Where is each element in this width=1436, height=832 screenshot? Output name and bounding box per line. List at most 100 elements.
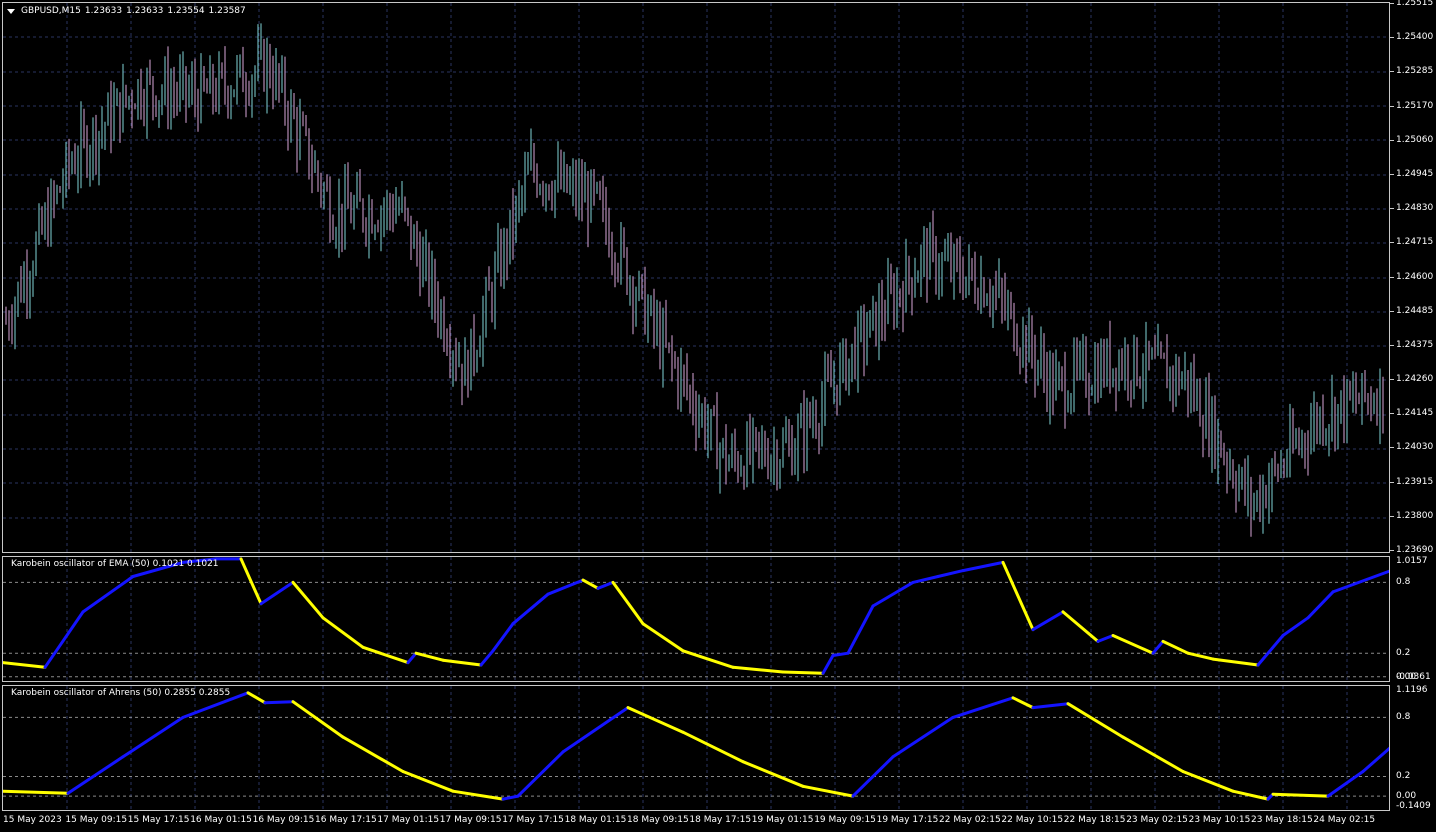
oscillator-segment [681, 730, 745, 764]
chart-terminal[interactable]: GBPUSD,M15 1.23633 1.23633 1.23554 1.235… [0, 0, 1436, 832]
price-tick [1390, 482, 1394, 483]
price-tick [1390, 516, 1394, 517]
oscillator-segment [491, 622, 515, 653]
oscillator-segment [3, 789, 70, 795]
oscillator-segment [406, 651, 418, 665]
oscillator-segment [1001, 560, 1035, 632]
indicator-axis-label: -0.1409 [1396, 801, 1431, 811]
oscillator-segment [511, 592, 550, 626]
time-axis-label: 15 May 17:15 [127, 815, 190, 825]
price-grid [3, 3, 1389, 552]
open-value: 1.23633 [84, 6, 123, 16]
price-axis-label: 1.25170 [1396, 101, 1434, 111]
oscillator-segment [1111, 634, 1155, 655]
price-tick [1390, 3, 1394, 4]
price-chart-canvas[interactable] [3, 3, 1389, 552]
oscillator-segment [781, 670, 825, 675]
oscillator-segment [731, 665, 785, 674]
oscillator-segment [259, 580, 295, 606]
price-tick [1390, 140, 1394, 141]
oscillator-segment [1281, 616, 1310, 637]
oscillator-segment [66, 755, 125, 795]
price-bars [5, 23, 1384, 537]
oscillator-segment [1256, 634, 1285, 667]
oscillator-segment [936, 569, 965, 578]
price-axis-label: 1.24485 [1396, 306, 1434, 316]
low-value: 1.23554 [167, 6, 205, 16]
oscillator-segment [1031, 610, 1065, 632]
ahrens-grid [3, 686, 1389, 810]
time-axis-label: 18 May 17:15 [689, 815, 752, 825]
oscillator-segment [1096, 634, 1115, 643]
oscillator-segment [626, 706, 685, 734]
oscillator-segment [1011, 696, 1035, 710]
time-axis-label: 19 May 17:15 [876, 815, 939, 825]
price-tick [1390, 277, 1394, 278]
oscillator-segment [1271, 792, 1330, 798]
time-axis-label: 17 May 17:15 [502, 815, 564, 825]
price-axis-label: 1.24715 [1396, 237, 1434, 247]
oscillator-segment [43, 610, 85, 669]
price-tick [1390, 37, 1394, 38]
oscillator-segment [1061, 610, 1100, 643]
time-axis-label: 24 May 02:15 [1313, 815, 1376, 825]
time-axis-label: 23 May 18:15 [1251, 815, 1313, 825]
chevron-down-icon[interactable] [7, 8, 15, 14]
price-tick [1390, 311, 1394, 312]
time-axis-label: 16 May 01:15 [190, 815, 252, 825]
oscillator-segment [1186, 651, 1215, 661]
indicator-axis-label: 0.2 [1396, 648, 1411, 659]
time-axis-label: 16 May 17:15 [315, 815, 377, 825]
symbol-label: GBPUSD,M15 [21, 6, 81, 16]
price-tick [1390, 550, 1394, 551]
oscillator-segment [3, 661, 47, 669]
indicator-axis-label: -0.0361 [1396, 672, 1431, 682]
price-axis-label: 1.23690 [1396, 545, 1434, 555]
ema-oscillator-canvas[interactable] [3, 557, 1389, 681]
oscillator-segment [1231, 789, 1270, 801]
oscillator-segment [479, 649, 495, 667]
ema-line [3, 557, 1389, 675]
oscillator-segment [821, 654, 835, 675]
oscillator-segment [451, 789, 505, 801]
price-axis-label: 1.24260 [1396, 374, 1434, 384]
oscillator-segment [871, 580, 915, 608]
price-axis-label: 1.24600 [1396, 272, 1434, 282]
price-tick [1390, 208, 1394, 209]
high-value: 1.23633 [126, 6, 164, 16]
price-chart-pane[interactable]: GBPUSD,M15 1.23633 1.23633 1.23554 1.235… [2, 2, 1390, 553]
ema-oscillator-pane[interactable]: Karobein oscillator of EMA (50) 0.1021 0… [2, 556, 1390, 682]
indicator-axis-label: 0.2 [1396, 771, 1411, 782]
ahrens-oscillator-pane[interactable]: Karobein oscillator of Ahrens (50) 0.285… [2, 685, 1390, 811]
oscillator-segment [1161, 639, 1190, 655]
ema-grid [3, 557, 1389, 681]
oscillator-segment [961, 560, 1005, 573]
oscillator-segment [291, 580, 325, 620]
oscillator-segment [801, 784, 855, 798]
oscillator-segment [1361, 746, 1389, 773]
oscillator-segment [246, 691, 267, 705]
price-tick [1390, 174, 1394, 175]
ahrens-line [3, 691, 1389, 801]
time-axis-label: 15 May 09:15 [65, 815, 128, 825]
price-axis-label: 1.25285 [1396, 66, 1434, 76]
price-axis-label: 1.25515 [1396, 0, 1434, 8]
oscillator-segment [401, 770, 455, 793]
price-axis-label: 1.24830 [1396, 203, 1434, 213]
indicator-axis-label: 0.8 [1396, 577, 1411, 588]
oscillator-segment [1031, 702, 1070, 710]
time-axis-label: 19 May 01:15 [751, 815, 814, 825]
price-axis-label: 1.23915 [1396, 477, 1434, 487]
price-tick [1390, 413, 1394, 414]
oscillator-segment [1306, 590, 1335, 620]
oscillator-segment [361, 645, 410, 665]
oscillator-segment [641, 622, 685, 653]
oscillator-segment [1181, 770, 1235, 793]
ahrens-oscillator-canvas[interactable] [3, 686, 1389, 810]
price-tick [1390, 106, 1394, 107]
time-axis-label: 15 May 2023 [3, 815, 62, 825]
oscillator-segment [596, 580, 615, 590]
oscillator-segment [911, 575, 940, 584]
price-tick [1390, 242, 1394, 243]
price-tick [1390, 379, 1394, 380]
